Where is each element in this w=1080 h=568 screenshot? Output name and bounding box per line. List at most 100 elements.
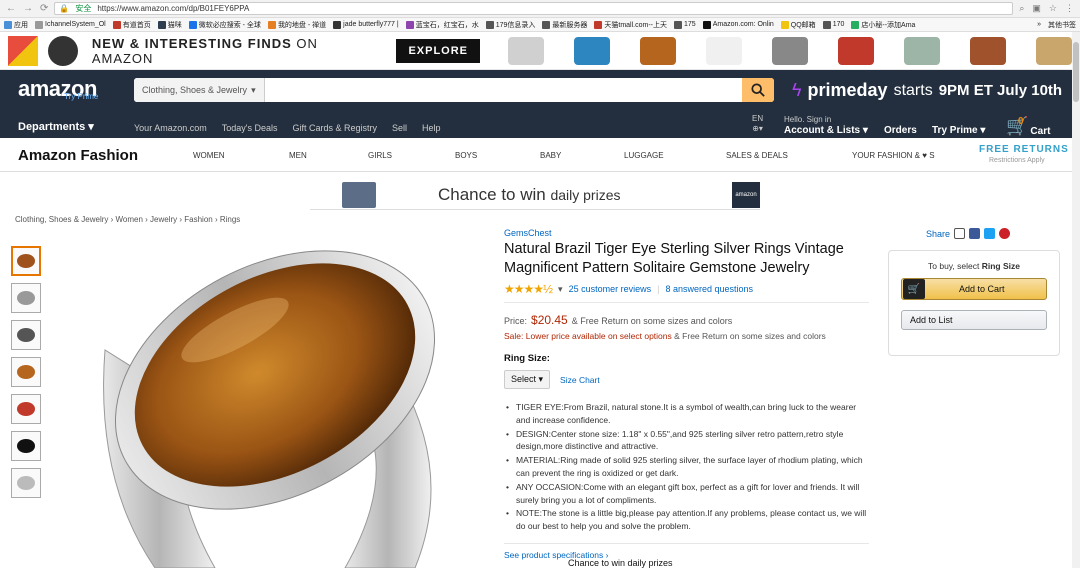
back-icon[interactable]: ← [6, 3, 16, 14]
search-bar: Clothing, Shoes & Jewelry ▾ [134, 78, 774, 102]
language-selector[interactable]: EN ⊕▾ [752, 114, 763, 134]
add-to-cart-button[interactable]: 🛒 Add to Cart [901, 278, 1047, 300]
bookmark-item[interactable]: 应用 [4, 20, 28, 30]
fashion-nav-item[interactable]: WOMEN [193, 151, 225, 160]
menu-icon[interactable]: ⋮ [1065, 3, 1074, 14]
promo-strip[interactable]: NEW & INTERESTING FINDS ON AMAZON EXPLOR… [0, 32, 1080, 70]
header-nav-link[interactable]: Gift Cards & Registry [292, 123, 377, 133]
bookmark-item[interactable]: 天猫tmall.com--上天 [594, 20, 667, 30]
extension-icon[interactable]: ▣ [1032, 3, 1041, 14]
explore-button[interactable]: EXPLORE [396, 38, 481, 63]
breadcrumb-item[interactable]: Jewelry [150, 215, 177, 224]
answered-questions-link[interactable]: 8 answered questions [665, 284, 753, 294]
thumbnail-image [17, 402, 35, 416]
zoom-icon[interactable]: ⌕ [1019, 3, 1024, 14]
facebook-icon[interactable] [969, 228, 981, 239]
pinterest-icon[interactable] [999, 228, 1011, 239]
free-returns-link[interactable]: FREE RETURNS [979, 144, 1069, 155]
promo-product-image[interactable] [508, 36, 545, 65]
url-text[interactable]: https://www.amazon.com/dp/B01FEY6PPA [97, 4, 249, 13]
bookmark-item[interactable]: 179信息录入 [485, 20, 535, 30]
cart-button[interactable]: 🛒 0 Cart [1006, 116, 1050, 137]
promo-product-image[interactable] [1036, 36, 1073, 65]
fashion-nav-item[interactable]: LUGGAGE [624, 151, 664, 160]
address-bar[interactable]: 🔒 安全 https://www.amazon.com/dp/B01FEY6PP… [54, 2, 1014, 15]
promo-product-image[interactable] [904, 36, 941, 65]
bookmark-item[interactable]: IchannelSystem_Ol [35, 20, 106, 29]
fashion-nav-item[interactable]: BOYS [455, 151, 477, 160]
scroll-thumb[interactable] [1073, 42, 1079, 102]
thumbnail[interactable] [11, 431, 41, 461]
thumbnail[interactable] [11, 357, 41, 387]
fashion-nav-item[interactable]: GIRLS [368, 151, 392, 160]
bookmark-item[interactable]: 猫咪 [157, 20, 182, 30]
orders-link[interactable]: Orders [884, 125, 917, 136]
ring-size-select[interactable]: Select ▾ [504, 370, 551, 389]
thumbnail[interactable] [11, 468, 41, 498]
try-prime-link[interactable]: Try Prime [64, 92, 98, 101]
departments-menu[interactable]: Departments ▾ [18, 120, 94, 133]
other-bookmarks[interactable]: 其他书签 [1048, 20, 1076, 30]
thumbnail[interactable] [11, 283, 41, 313]
breadcrumb-item[interactable]: Rings [220, 215, 240, 224]
reviews-link[interactable]: 25 customer reviews [569, 284, 652, 294]
bookmark-item[interactable]: QQ邮箱 [780, 20, 816, 30]
reload-icon[interactable]: ⟳ [40, 3, 48, 14]
try-prime-menu[interactable]: Try Prime ▾ [932, 125, 985, 136]
bookmark-item[interactable]: 175 [674, 20, 696, 29]
brand-link[interactable]: GemsChest [504, 228, 869, 238]
fashion-nav-item[interactable]: YOUR FASHION & ♥ S [852, 151, 935, 160]
prime-day-banner[interactable]: ϟ primeday starts 9PM ET July 10th [792, 80, 1062, 101]
breadcrumb-item[interactable]: Fashion [184, 215, 212, 224]
daily-prizes-banner[interactable]: Chance to win daily prizes amazon [310, 180, 760, 210]
header-nav-link[interactable]: Help [422, 123, 441, 133]
search-button[interactable] [742, 78, 774, 102]
email-icon[interactable] [954, 228, 966, 239]
bookmark-item[interactable]: 最新服务器 [542, 20, 587, 30]
header-nav-link[interactable]: Sell [392, 123, 407, 133]
account-menu[interactable]: Hello. Sign in Account & Lists ▾ [784, 114, 868, 136]
promo-product-image[interactable] [970, 36, 1007, 65]
add-to-list-button[interactable]: Add to List [901, 310, 1047, 330]
bookmark-item[interactable]: 有道首页 [112, 20, 151, 30]
thumbnail[interactable] [11, 394, 41, 424]
promo-product-image[interactable] [772, 36, 809, 65]
product-main-image[interactable] [95, 250, 455, 568]
thumbnail[interactable] [11, 320, 41, 350]
twitter-icon[interactable] [984, 228, 996, 239]
search-department-select[interactable]: Clothing, Shoes & Jewelry ▾ [134, 78, 265, 102]
search-input[interactable] [264, 78, 742, 102]
bookmark-item[interactable]: 我的地盘 - 禅道 [267, 20, 326, 30]
thumbnail-image [17, 254, 35, 268]
size-chart-link[interactable]: Size Chart [560, 375, 600, 385]
promo-product-image[interactable] [640, 36, 677, 65]
fashion-title[interactable]: Amazon Fashion [18, 147, 138, 164]
bookmark-item[interactable]: 店小秘--添加Ama [851, 20, 915, 30]
forward-icon[interactable]: → [23, 3, 33, 14]
star-rating-icon[interactable]: ★★★★½ [504, 282, 553, 296]
promo-product-image[interactable] [838, 36, 875, 65]
breadcrumb-item[interactable]: Women [116, 215, 143, 224]
bookmarks-more[interactable]: » [1037, 21, 1041, 28]
bookmark-item[interactable]: 170 [822, 20, 844, 29]
bookmark-item[interactable]: Amazon.com: Onlin [702, 20, 774, 29]
header-nav-link[interactable]: Your Amazon.com [134, 123, 207, 133]
thumbnail[interactable] [11, 246, 41, 276]
promo-product-image[interactable] [574, 36, 611, 65]
thumbnail-image [17, 439, 35, 453]
bookmark-item[interactable]: 微软必应搜索 - 全球 [188, 20, 261, 30]
bookmark-item[interactable]: jade butterfly777 | [333, 20, 399, 29]
bookmark-item[interactable]: 蓝宝石，红宝石，水 [405, 20, 479, 30]
fashion-nav-item[interactable]: BABY [540, 151, 561, 160]
breadcrumb-item[interactable]: Clothing, Shoes & Jewelry [15, 215, 108, 224]
header-nav-link[interactable]: Today's Deals [222, 123, 278, 133]
share-label[interactable]: Share [926, 229, 950, 239]
fashion-nav-item[interactable]: SALES & DEALS [726, 151, 788, 160]
promo-product-image[interactable] [706, 36, 743, 65]
star-icon[interactable]: ☆ [1049, 3, 1057, 14]
fashion-nav-item[interactable]: MEN [289, 151, 307, 160]
page-scrollbar[interactable] [1072, 32, 1080, 568]
rating-caret-icon[interactable]: ▾ [558, 284, 563, 295]
lock-icon: 🔒 [59, 4, 70, 13]
thumbnail-list [11, 246, 41, 498]
